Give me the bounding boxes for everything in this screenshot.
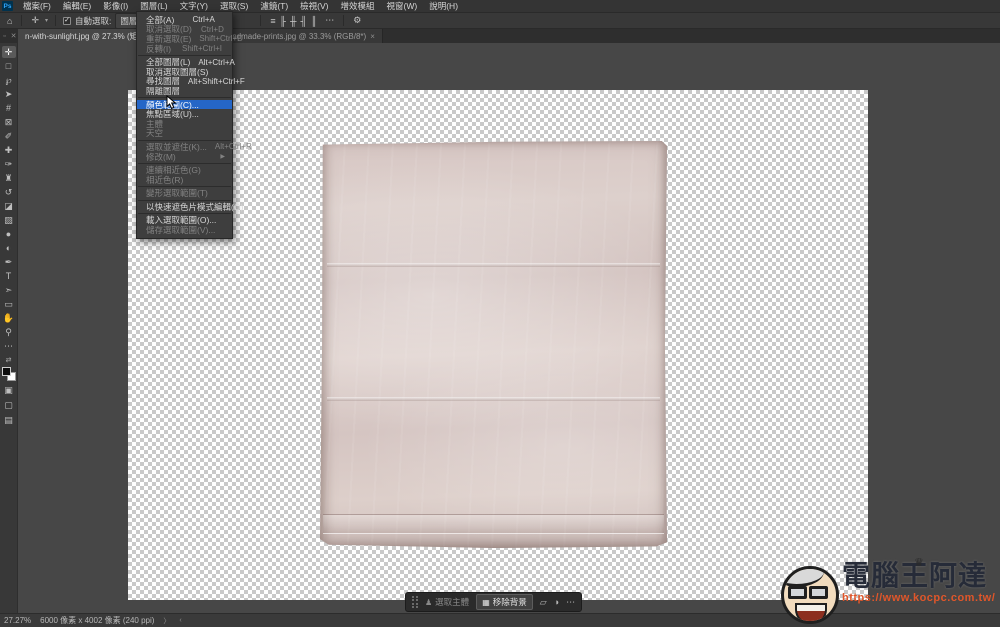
divider (343, 15, 344, 26)
lasso-tool[interactable]: ℘ (2, 74, 16, 86)
mascot-face-logo (781, 566, 839, 624)
workspace-settings-gear-icon[interactable]: ⚙ (351, 15, 363, 26)
person-icon: ♟ (425, 598, 432, 607)
menu-filter[interactable]: 濾鏡(T) (254, 1, 294, 11)
photoshop-window: Ps 檔案(F)編輯(E)影像(I)圖層(L)文字(Y)選取(S)濾鏡(T)檢視… (0, 0, 1000, 627)
zoom-tool[interactable]: ⚲ (2, 326, 16, 338)
divider (55, 15, 56, 26)
select-subject-button[interactable]: ♟ 選取主體 (425, 596, 469, 608)
menu-item-modify[interactable]: 修改(M) ▶ (137, 152, 232, 162)
mascot-hair (781, 566, 824, 587)
quick-mask-icon[interactable]: ▣ (4, 385, 13, 396)
menu-window[interactable]: 視窗(W) (381, 1, 424, 11)
move-tool-preset-icon[interactable]: ✛ (29, 15, 41, 26)
marquee-tool[interactable]: □ (2, 60, 16, 72)
divider (260, 15, 261, 26)
glasses-icon (788, 586, 828, 599)
frame-tool[interactable]: ⊠ (2, 116, 16, 128)
menu-item-transform-selection[interactable]: 變形選取範圍(T) (137, 189, 232, 199)
brush-tool[interactable]: ✑ (2, 158, 16, 170)
fabric-image[interactable] (320, 141, 667, 548)
history-brush-tool[interactable]: ↺ (2, 186, 16, 198)
contextual-task-bar: ♟ 選取主體 ▦ 移除背景 ▱ ◑ ⋯ (405, 592, 582, 612)
dock-close-icon[interactable]: ✕ (9, 29, 18, 43)
crop-tool[interactable]: # (2, 102, 16, 114)
menu-item-save-selection[interactable]: 儲存選取範圍(V)... (137, 225, 232, 235)
fabric-hem (323, 514, 663, 534)
distribute-icon[interactable]: ║ (309, 16, 319, 26)
more-options-icon[interactable]: ⋯ (323, 15, 336, 26)
fabric-seam (327, 263, 660, 267)
move-tool[interactable]: ✛ (2, 46, 16, 58)
clone-stamp-tool[interactable]: ♜ (2, 172, 16, 184)
transform-icon[interactable]: ▱ (540, 597, 547, 608)
drag-handle[interactable] (412, 596, 418, 608)
gradient-tool[interactable]: ▨ (2, 214, 16, 226)
menu-plugins[interactable]: 增效模組 (335, 1, 381, 11)
divider (21, 15, 22, 26)
menu-view[interactable]: 檢視(V) (294, 1, 334, 11)
shape-tool[interactable]: ▭ (2, 298, 16, 310)
home-icon[interactable]: ⌂ (5, 16, 14, 26)
type-tool[interactable]: T (2, 270, 16, 282)
eyedropper-tool[interactable]: ✐ (2, 130, 16, 142)
menu-item-similar[interactable]: 相近色(R) (137, 175, 232, 185)
crown-icon: ♛ (914, 556, 924, 569)
fabric-seam (327, 397, 660, 401)
blur-tool[interactable]: ● (2, 228, 16, 240)
image-icon: ▦ (482, 598, 490, 607)
edit-toolbar-icon[interactable]: ⋯ (2, 340, 16, 352)
remove-background-button[interactable]: ▦ 移除背景 (476, 594, 533, 610)
document-size-info: 6000 像素 x 4002 像素 (240 ppi) (40, 615, 154, 626)
align-right-edges-icon[interactable]: ╢ (298, 16, 308, 26)
menu-select[interactable]: 選取(S) (214, 1, 254, 11)
menu-item-isolate-layers[interactable]: 隔離圖層 (137, 86, 232, 96)
object-selection-tool[interactable]: ➤ (2, 88, 16, 100)
path-selection-tool[interactable]: ➣ (2, 284, 16, 296)
status-expand-chevron-icon[interactable]: 〉 (163, 616, 170, 626)
mascot-mouth (795, 603, 827, 624)
watermark-url: https://www.kocpc.com.tw/ (842, 592, 995, 604)
dock-minimize-icon[interactable]: ▫ (0, 29, 9, 43)
app-frame-icon[interactable]: ▤ (4, 415, 13, 426)
menu-item-sky[interactable]: 天空 (137, 129, 232, 139)
auto-select-checkbox[interactable]: ✓ (63, 17, 71, 25)
pen-tool[interactable]: ✒ (2, 256, 16, 268)
chevron-down-icon[interactable]: ▾ (45, 17, 48, 24)
mouse-cursor (166, 95, 177, 110)
menu-file[interactable]: 檔案(F) (17, 1, 57, 11)
eraser-tool[interactable]: ◪ (2, 200, 16, 212)
menu-item-quick-mask-mode[interactable]: 以快速遮色片模式編輯(Q) (137, 202, 232, 212)
healing-brush-tool[interactable]: ✚ (2, 144, 16, 156)
more-options-icon[interactable]: ⋯ (566, 597, 575, 608)
select-menu-dropdown: 全部(A) Ctrl+A 取消選取(D) Ctrl+D 重新選取(E) Shif… (136, 11, 233, 239)
menu-type[interactable]: 文字(Y) (174, 1, 214, 11)
photoshop-logo: Ps (2, 1, 13, 11)
swap-colors-icon[interactable]: ⇄ (6, 356, 12, 364)
menu-help[interactable]: 說明(H) (423, 1, 464, 11)
align-center-icon[interactable]: ╫ (288, 16, 298, 26)
auto-select-label: 自動選取: (75, 15, 111, 27)
scroll-left-icon[interactable]: ‹ (179, 617, 181, 624)
menu-image[interactable]: 影像(I) (97, 1, 134, 11)
auto-select-target-value: 圖層 (120, 15, 137, 27)
hand-tool[interactable]: ✋ (2, 312, 16, 324)
foreground-color-swatch[interactable] (2, 367, 11, 376)
align-menu-icon[interactable]: ≡ (268, 16, 277, 26)
adjustment-icon[interactable]: ◑ (554, 597, 559, 607)
zoom-level-field[interactable]: 27.27% (4, 616, 31, 625)
screen-mode-icon[interactable]: ▢ (4, 400, 13, 411)
canvas-transparency-checkerboard[interactable] (128, 90, 868, 600)
color-swatches[interactable] (2, 367, 16, 381)
close-icon[interactable]: × (370, 32, 375, 41)
menu-item-inverse[interactable]: 反轉(I) Shift+Ctrl+I (137, 44, 232, 54)
site-watermark: ♛ 電腦王阿達 https://www.kocpc.com.tw/ (781, 560, 1000, 627)
dodge-tool[interactable]: ◐ (2, 242, 16, 254)
align-left-edges-icon[interactable]: ╟ (278, 16, 288, 26)
tools-panel: ✛ □ ℘ ➤ # ⊠ ✐ ✚ ✑ ♜ ↺ ◪ ▨ ● ◐ ✒ T ➣ ▭ ✋ ⚲ ⋯ ⇄ ▣ ▢ ▤ (0, 43, 18, 613)
menu-layer[interactable]: 圖層(L) (134, 1, 173, 11)
menu-edit[interactable]: 編輯(E) (57, 1, 97, 11)
